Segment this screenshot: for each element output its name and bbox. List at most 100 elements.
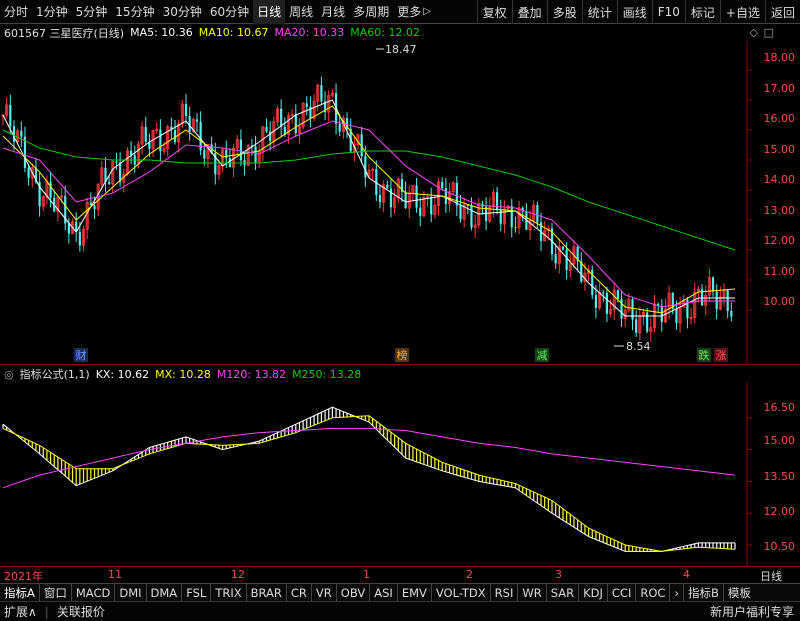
tab-roc[interactable]: ROC — [636, 584, 671, 602]
period-indicator[interactable]: 日线 — [760, 568, 782, 584]
candle-body — [554, 253, 557, 264]
diamond-icon[interactable]: ◇ — [750, 26, 758, 39]
related-quotes-button[interactable]: 关联报价 — [53, 603, 109, 620]
event-tag-report[interactable]: 财 — [76, 348, 87, 362]
period-tab-15min[interactable]: 15分钟 — [111, 0, 158, 24]
indicator-chart[interactable]: 16.50 15.00 13.50 12.00 10.50 — [0, 382, 800, 566]
tab-brar[interactable]: BRAR — [247, 584, 287, 602]
period-tab-monthly[interactable]: 月线 — [317, 0, 349, 24]
candle-body — [675, 308, 678, 323]
candle-body — [455, 182, 458, 206]
candle-body — [419, 207, 422, 216]
ma20-value: MA20: 10.33 — [274, 26, 345, 39]
mark-button[interactable]: 标记 — [684, 0, 720, 24]
collapse-icon[interactable]: ◎ — [4, 368, 14, 381]
tab-dma[interactable]: DMA — [147, 584, 183, 602]
low-marker: 8.54 — [614, 340, 651, 353]
candle-body — [144, 126, 147, 142]
candle-body — [195, 119, 199, 122]
tab-vr[interactable]: VR — [312, 584, 337, 602]
tab-emv[interactable]: EMV — [398, 584, 432, 602]
candlestick-chart[interactable]: 18.47 8.54 18.00 17.00 16.00 15.00 14.00… — [0, 41, 800, 363]
add-watchlist-button[interactable]: +自选 — [719, 0, 765, 24]
action-buttons: 复权 叠加 多股 统计 画线 F10 标记 +自选 返回 — [476, 0, 800, 24]
date-label: 1 — [363, 568, 370, 581]
indicator-grid — [747, 417, 752, 546]
event-tag-fall[interactable]: 跌 — [699, 348, 710, 362]
price-tick: 13.00 — [764, 204, 796, 217]
high-marker-label: 18.47 — [385, 43, 417, 56]
tab-dmi[interactable]: DMI — [115, 584, 147, 602]
period-tab-1min[interactable]: 1分钟 — [32, 0, 72, 24]
candle-body — [188, 116, 191, 132]
expand-button[interactable]: 扩展∧ — [0, 603, 41, 620]
event-tag-rise[interactable]: 涨 — [716, 349, 727, 362]
ma-legend: 601567 三星医疗(日线) MA5: 10.36 MA10: 10.67 M… — [0, 24, 800, 41]
candle-body — [602, 292, 605, 294]
draw-line-button[interactable]: 画线 — [616, 0, 652, 24]
tab-asi[interactable]: ASI — [370, 584, 398, 602]
candle-body — [711, 277, 715, 292]
candle-body — [173, 130, 177, 143]
period-tab-5min[interactable]: 5分钟 — [72, 0, 112, 24]
restore-rights-button[interactable]: 复权 — [476, 0, 512, 24]
mx-value: MX: 10.28 — [155, 367, 211, 381]
low-marker-label: 8.54 — [626, 340, 651, 353]
tab-sar[interactable]: SAR — [547, 584, 580, 602]
tab-fsl[interactable]: FSL — [182, 584, 212, 602]
multi-stock-button[interactable]: 多股 — [546, 0, 582, 24]
ma5-line — [2, 99, 735, 317]
tab-rsi[interactable]: RSI — [491, 584, 519, 602]
indicator-tick: 10.50 — [764, 540, 796, 553]
candle-body — [441, 182, 444, 189]
tab-indicator-a[interactable]: 指标A — [0, 584, 40, 602]
mx-line — [2, 415, 736, 552]
candle-body — [93, 205, 96, 210]
indicator-tick: 15.00 — [764, 434, 796, 447]
candle-body — [338, 123, 341, 132]
candle-body — [715, 291, 718, 310]
square-icon[interactable]: □ — [764, 26, 774, 39]
tab-macd[interactable]: MACD — [72, 584, 116, 602]
tab-template[interactable]: 模板 — [724, 584, 755, 602]
candle-body — [265, 126, 268, 132]
price-tick: 12.00 — [764, 234, 796, 247]
f10-button[interactable]: F10 — [651, 0, 685, 24]
new-user-promo[interactable]: 新用户福利专享 — [706, 603, 798, 620]
tab-wr[interactable]: WR — [518, 584, 547, 602]
date-label: 2021年 — [4, 570, 43, 583]
back-button[interactable]: 返回 — [764, 0, 800, 24]
tab-vol-tdx[interactable]: VOL-TDX — [432, 584, 491, 602]
price-tick: 18.00 — [764, 51, 796, 64]
candle-body — [386, 184, 389, 189]
tab-trix[interactable]: TRIX — [211, 584, 247, 602]
period-tab-fenshi[interactable]: 分时 — [0, 0, 32, 24]
event-tag-list[interactable]: 榜 — [397, 348, 408, 362]
tab-cci[interactable]: CCI — [608, 584, 637, 602]
candle-body — [514, 227, 517, 229]
m120-line — [2, 427, 736, 489]
tab-scroll-right[interactable]: › — [670, 584, 685, 602]
tab-obv[interactable]: OBV — [337, 584, 371, 602]
period-tab-60min[interactable]: 60分钟 — [206, 0, 253, 24]
bottom-bar: 扩展∧ | 关联报价 新用户福利专享 — [0, 601, 800, 621]
period-tab-more[interactable]: 更多 ▷ — [393, 0, 435, 24]
ma10-value: MA10: 10.67 — [198, 26, 269, 39]
period-tab-30min[interactable]: 30分钟 — [159, 0, 206, 24]
tab-window[interactable]: 窗口 — [40, 584, 72, 602]
period-tab-daily[interactable]: 日线 — [253, 0, 286, 24]
ma10-line — [2, 105, 736, 314]
date-label: 12 — [231, 568, 245, 581]
event-tag-reduce[interactable]: 减 — [537, 349, 548, 362]
tab-cr[interactable]: CR — [287, 584, 312, 602]
overlay-button[interactable]: 叠加 — [511, 0, 547, 24]
tab-kdj[interactable]: KDJ — [579, 584, 608, 602]
ma-lines — [2, 99, 736, 317]
period-tab-weekly[interactable]: 周线 — [285, 0, 317, 24]
indicator-tick: 13.50 — [764, 470, 796, 483]
tab-indicator-b[interactable]: 指标B — [684, 584, 724, 602]
statistics-button[interactable]: 统计 — [581, 0, 617, 24]
kx-value: KX: 10.62 — [95, 367, 150, 381]
period-tab-multi[interactable]: 多周期 — [349, 0, 393, 24]
price-tick: 11.00 — [764, 265, 796, 278]
